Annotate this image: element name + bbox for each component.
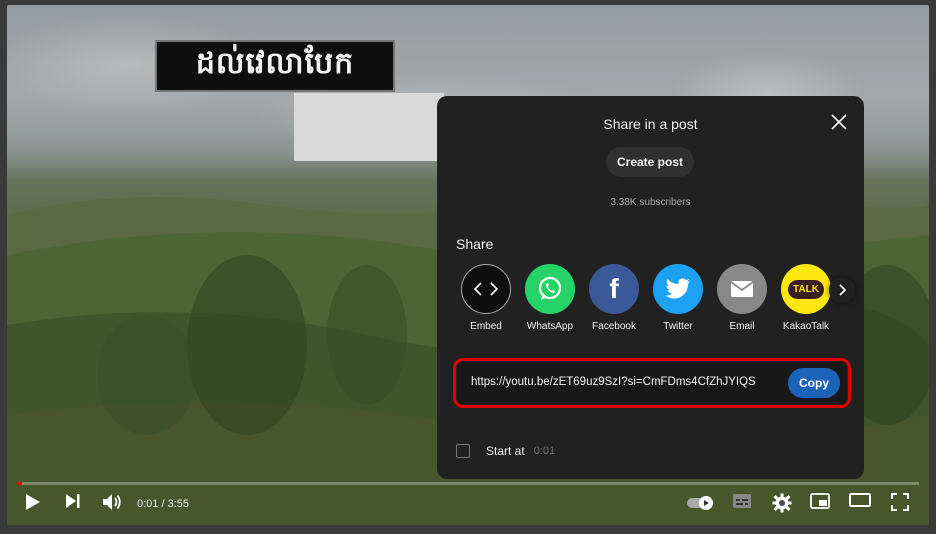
twitter-icon [653,264,703,314]
start-at-row: Start at 0:01 [456,444,555,458]
close-icon[interactable] [830,113,848,131]
whatsapp-icon [525,264,575,314]
kakao-badge: TALK [788,279,824,299]
autoplay-toggle-icon[interactable] [686,495,716,511]
play-icon[interactable] [25,493,41,511]
video-title-overlay: ដល់វេលាបែក [155,40,395,92]
subtitles-icon[interactable] [732,493,752,509]
embed-icon [461,264,511,314]
share-url-text[interactable]: https://youtu.be/zET69uz9SzI?si=CmFDms4C… [471,376,756,388]
kakaotalk-icon: TALK [781,264,831,314]
share-target-label: Facebook [592,321,636,332]
email-icon [717,264,767,314]
share-target-label: WhatsApp [526,321,574,332]
share-target-embed[interactable]: Embed [455,264,517,332]
start-at-time[interactable]: 0:01 [534,445,555,457]
fullscreen-icon[interactable] [891,493,909,511]
share-target-label: Email [729,321,755,332]
video-player[interactable]: ដល់វេលាបែក Share in a post Create post 3… [7,5,929,525]
create-post-button[interactable]: Create post [606,147,694,177]
chevron-right-icon[interactable] [829,277,855,303]
share-target-kakaotalk[interactable]: TALK KakaoTalk [775,264,837,332]
share-target-label: Twitter [663,321,693,332]
share-target-email[interactable]: Email [711,264,773,332]
video-gray-panel [294,93,444,161]
share-dialog: Share in a post Create post 3.38K subscr… [437,96,864,479]
theater-mode-icon[interactable] [849,493,871,507]
share-target-label: KakaoTalk [782,321,830,332]
share-targets: Embed WhatsApp f Facebook Twitter Email … [455,264,855,334]
share-target-twitter[interactable]: Twitter [647,264,709,332]
share-target-label: Embed [470,321,502,332]
settings-gear-icon[interactable] [772,493,792,513]
share-target-facebook[interactable]: f Facebook [583,264,645,332]
time-display: 0:01 / 3:55 [137,498,189,510]
volume-icon[interactable] [102,493,122,511]
dialog-title: Share in a post [603,116,698,132]
next-icon[interactable] [65,493,81,509]
start-at-checkbox[interactable] [456,444,470,458]
video-title-text: ដល់វេលាបែក [195,46,355,81]
share-heading: Share [456,236,494,252]
subscriber-count: 3.38K subscribers [610,197,691,208]
share-target-whatsapp[interactable]: WhatsApp [519,264,581,332]
player-controls: 0:01 / 3:55 [7,485,929,525]
share-url-field[interactable]: https://youtu.be/zET69uz9SzI?si=CmFDms4C… [453,358,851,408]
copy-button[interactable]: Copy [788,368,840,398]
start-at-label: Start at [486,444,525,458]
miniplayer-icon[interactable] [810,493,830,509]
facebook-icon: f [589,264,639,314]
